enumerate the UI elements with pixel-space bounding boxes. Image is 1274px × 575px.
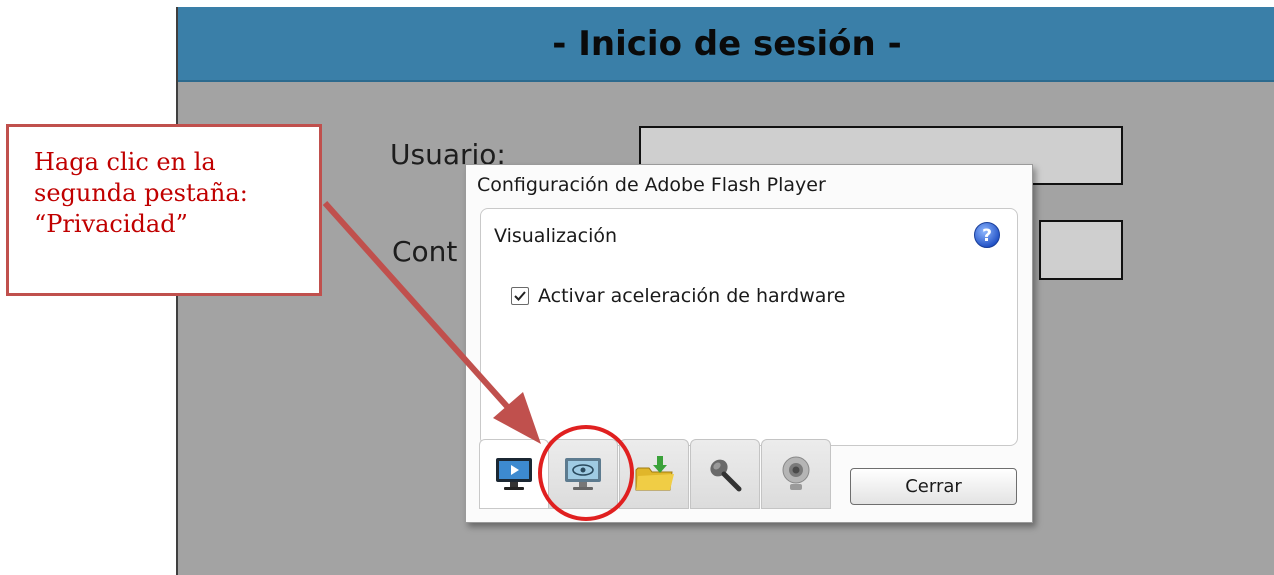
pointer-arrow — [322, 200, 541, 444]
